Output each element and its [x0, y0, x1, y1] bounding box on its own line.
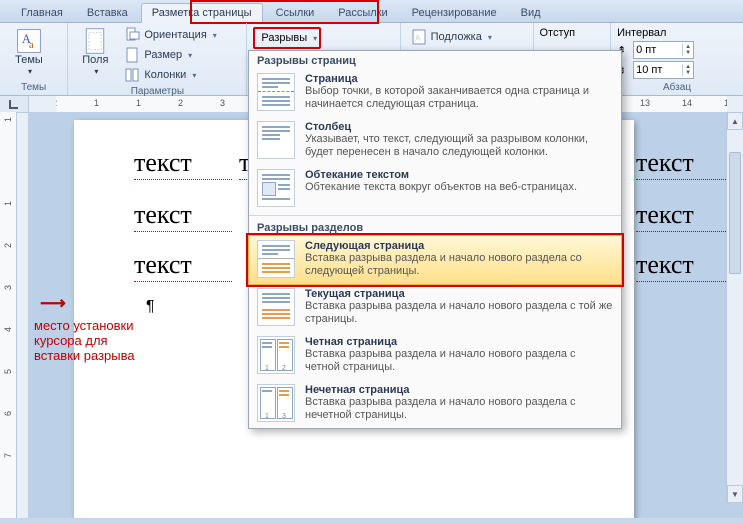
tab-selector-icon	[8, 98, 20, 110]
annotation-text: место установки курсора для вставки разр…	[34, 318, 135, 363]
doc-text: текст	[636, 250, 694, 280]
chevron-down-icon: ▾	[213, 31, 217, 40]
ruler-corner[interactable]	[0, 96, 29, 113]
annotation-arrow: ⟶	[40, 293, 66, 314]
chevron-down-icon: ▾	[313, 34, 317, 43]
orientation-button[interactable]: Ориентация▾	[120, 25, 220, 45]
odd-page-icon: 1 3	[257, 384, 295, 422]
margins-icon	[81, 27, 109, 55]
chevron-down-icon: ▾	[488, 33, 492, 42]
themes-icon: Aa	[15, 27, 43, 55]
vertical-ruler[interactable]: 11234567	[0, 112, 17, 518]
spacing-before-input[interactable]: ▲▼	[633, 41, 694, 59]
watermark-icon: A	[411, 29, 427, 45]
doc-text: текст	[134, 250, 192, 280]
page-break-icon	[257, 73, 295, 111]
margins-label: Поля	[82, 55, 108, 66]
column-break-icon	[257, 121, 295, 159]
themes-label: Темы	[15, 55, 43, 66]
chevron-down-icon: ▾	[28, 66, 32, 77]
margins-button[interactable]: Поля ▾	[74, 25, 116, 77]
doc-text: текст	[134, 200, 192, 230]
dd-section-section-breaks: Разрывы разделов	[249, 218, 621, 236]
even-page-icon: 1 2	[257, 336, 295, 374]
tab-home[interactable]: Главная	[10, 3, 74, 22]
scroll-up-button[interactable]: ▲	[727, 112, 743, 130]
dd-item-column[interactable]: СтолбецУказывает, что текст, следующий з…	[249, 117, 621, 165]
scroll-thumb[interactable]	[729, 152, 741, 274]
dd-item-next-page[interactable]: Следующая страницаВставка разрыва раздел…	[248, 235, 622, 285]
dd-item-even-page[interactable]: 1 2 Четная страницаВставка разрыва разде…	[249, 332, 621, 380]
tab-review[interactable]: Рецензирование	[401, 3, 508, 22]
text-wrap-icon	[257, 169, 295, 207]
continuous-icon	[257, 288, 295, 326]
tab-references[interactable]: Ссылки	[265, 3, 326, 22]
dd-item-continuous[interactable]: Текущая страницаВставка разрыва раздела …	[249, 284, 621, 332]
spacing-after-input[interactable]: ▲▼	[633, 61, 694, 79]
columns-button[interactable]: Колонки▾	[120, 65, 220, 85]
next-page-icon	[257, 240, 295, 278]
group-themes-label: Темы	[6, 81, 61, 95]
dd-item-odd-page[interactable]: 1 3 Нечетная страницаВставка разрыва раз…	[249, 380, 621, 428]
group-paragraph-label: Абзац	[617, 81, 737, 95]
breaks-dropdown: Разрывы страниц СтраницаВыбор точки, в к…	[248, 50, 622, 429]
pilcrow-mark: ¶	[146, 298, 155, 316]
scroll-down-button[interactable]: ▼	[727, 485, 743, 503]
svg-text:a: a	[29, 40, 34, 51]
dd-item-text-wrapping[interactable]: Обтекание текстомОбтекание текста вокруг…	[249, 165, 621, 213]
spacing-label: Интервал	[617, 27, 666, 39]
doc-text: текст	[134, 148, 192, 178]
themes-button[interactable]: Aa Темы ▾	[6, 25, 52, 77]
doc-text: текст	[636, 148, 694, 178]
watermark-button[interactable]: A Подложка▾	[407, 27, 496, 47]
doc-text: текст	[636, 200, 694, 230]
chevron-down-icon: ▾	[192, 71, 196, 80]
tab-mailings[interactable]: Рассылки	[327, 3, 398, 22]
chevron-down-icon: ▾	[188, 51, 192, 60]
indent-label: Отступ	[540, 27, 576, 39]
vertical-scrollbar[interactable]: ▲ ▼	[726, 112, 743, 503]
dd-item-page[interactable]: СтраницаВыбор точки, в которой заканчива…	[249, 69, 621, 117]
tab-page-layout[interactable]: Разметка страницы	[141, 3, 263, 23]
breaks-button[interactable]: Разрывы▾	[253, 27, 321, 49]
orientation-icon	[124, 27, 140, 43]
size-icon	[124, 47, 140, 63]
dd-section-page-breaks: Разрывы страниц	[249, 51, 621, 69]
size-button[interactable]: Размер▾	[120, 45, 220, 65]
chevron-down-icon: ▾	[94, 66, 98, 77]
tab-view[interactable]: Вид	[510, 3, 552, 22]
tab-insert[interactable]: Вставка	[76, 3, 139, 22]
columns-icon	[124, 67, 140, 83]
status-bar	[0, 518, 743, 523]
svg-text:A: A	[415, 34, 421, 43]
